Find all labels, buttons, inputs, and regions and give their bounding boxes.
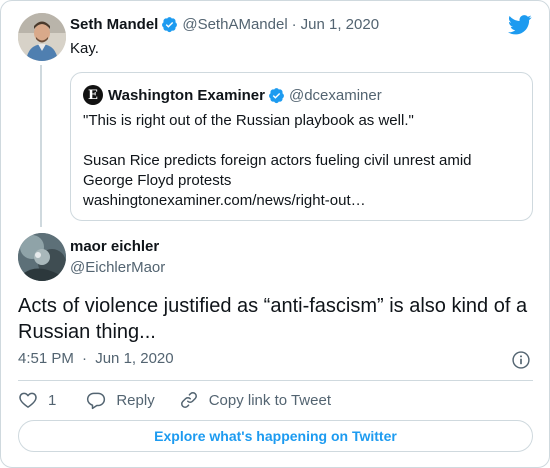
parent-author-handle[interactable]: @SethAMandel — [182, 16, 287, 33]
reply-button[interactable]: Reply — [86, 390, 155, 410]
tweet-time: 4:51 PM — [18, 350, 74, 367]
tweet-text: Acts of violence justified as “anti-fasc… — [18, 295, 528, 343]
explore-twitter-button[interactable]: Explore what's happening on Twitter — [18, 420, 533, 452]
twitter-bird-icon[interactable] — [508, 15, 532, 35]
reply-label: Reply — [116, 391, 155, 409]
tweet-author-name[interactable]: maor eichler — [70, 238, 159, 255]
parent-tweet-header: Seth Mandel @SethAMandel · Jun 1, 2020 — [70, 16, 379, 33]
logo-letter: E — [88, 87, 98, 103]
tweet-actions-bar: 1 Reply Copy link to Tweet — [18, 390, 331, 410]
quoted-tweet-header: E Washington Examiner @dcexaminer — [83, 85, 382, 105]
timestamp-separator: · — [82, 350, 88, 367]
verified-badge-icon — [269, 87, 284, 103]
quoted-tweet-body: "This is right out of the Russian playbo… — [83, 111, 523, 211]
quoted-author-name: Washington Examiner — [108, 86, 265, 104]
reply-bubble-icon — [87, 392, 106, 410]
quoted-tweet[interactable]: E Washington Examiner @dcexaminer "This … — [70, 72, 533, 221]
tweet-date: Jun 1, 2020 — [95, 350, 174, 367]
quoted-headline-line1: Susan Rice predicts foreign actors fueli… — [83, 152, 472, 169]
quoted-author-handle: @dcexaminer — [288, 86, 382, 104]
quoted-link[interactable]: washingtonexaminer.com/news/right-out… — [83, 191, 523, 211]
like-button[interactable]: 1 — [18, 390, 56, 410]
link-icon — [180, 392, 197, 408]
tweet-timestamp[interactable]: 4:51 PM · Jun 1, 2020 — [18, 350, 174, 367]
parent-tweet-date[interactable]: Jun 1, 2020 — [301, 16, 379, 33]
copy-link-label: Copy link to Tweet — [208, 391, 331, 409]
parent-author-name[interactable]: Seth Mandel — [70, 16, 158, 33]
tweet-embed-card: Seth Mandel @SethAMandel · Jun 1, 2020 K… — [0, 0, 550, 468]
maor-eichler-avatar[interactable] — [18, 233, 66, 281]
like-count: 1 — [48, 391, 57, 409]
washington-examiner-logo: E — [83, 85, 103, 105]
quoted-headline-line2: George Floyd protests — [83, 172, 232, 189]
seth-mandel-avatar[interactable] — [18, 13, 66, 61]
heart-icon — [19, 392, 37, 408]
info-icon[interactable] — [511, 350, 531, 370]
parent-tweet-text: Kay. — [70, 40, 99, 57]
verified-badge-icon — [162, 17, 178, 33]
copy-link-button[interactable]: Copy link to Tweet — [179, 390, 331, 410]
thread-connector-line — [40, 65, 42, 227]
quoted-quote-line: "This is right out of the Russian playbo… — [83, 112, 414, 129]
tweet-author-handle[interactable]: @EichlerMaor — [70, 259, 165, 276]
header-separator: · — [291, 16, 297, 33]
divider — [18, 380, 533, 381]
